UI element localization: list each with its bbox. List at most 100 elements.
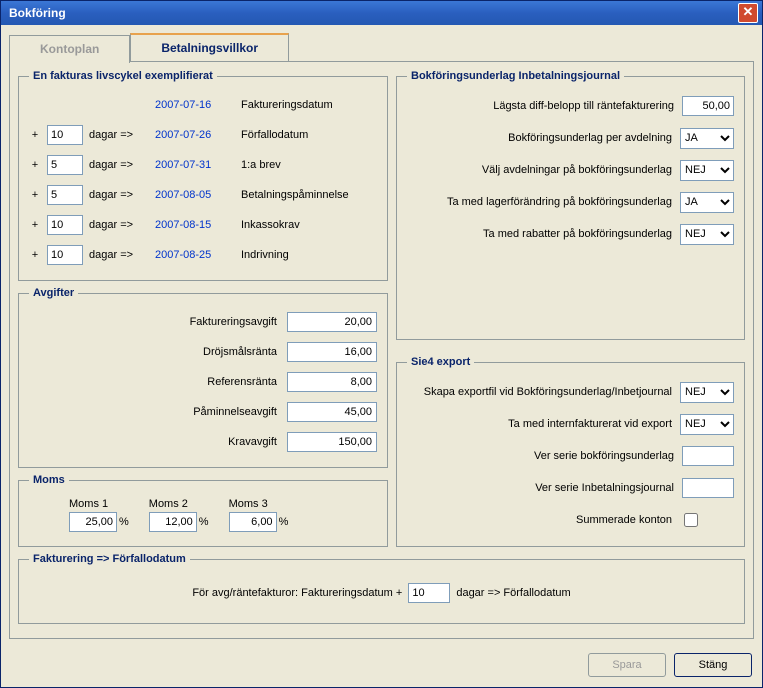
fee-label: Dröjsmålsränta xyxy=(29,346,277,358)
fee-row: Referensränta xyxy=(29,367,377,397)
sie-row: Ver serie bokföringsunderlag xyxy=(407,440,734,472)
tab-content: En fakturas livscykel exemplifierat 2007… xyxy=(9,61,754,639)
fee-label: Faktureringsavgift xyxy=(29,316,277,328)
fee-label: Kravavgift xyxy=(29,436,277,448)
fee-input-faktureringsavgift[interactable] xyxy=(287,312,377,332)
valj-avdelningar-select[interactable]: NEJ JA xyxy=(680,160,734,181)
dagar-label: dagar => xyxy=(89,159,149,171)
bokf-label: Ta med lagerförändring på bokföringsunde… xyxy=(407,196,672,208)
moms-item: Moms 1 % xyxy=(69,498,129,532)
moms1-input[interactable] xyxy=(69,512,117,532)
plus-label: + xyxy=(29,189,41,201)
fee-row: Påminnelseavgift xyxy=(29,397,377,427)
fee-row: Kravavgift xyxy=(29,427,377,457)
dagar-label: dagar => xyxy=(89,189,149,201)
sie-label: Ver serie bokföringsunderlag xyxy=(407,450,674,462)
lifecycle-legend: En fakturas livscykel exemplifierat xyxy=(29,70,217,82)
fee-input-drojsmalsranta[interactable] xyxy=(287,342,377,362)
tabs: Kontoplan Betalningsvillkor xyxy=(9,33,754,61)
date-link[interactable]: 2007-07-16 xyxy=(155,99,235,111)
date-link[interactable]: 2007-08-25 xyxy=(155,249,235,261)
sie-label: Ver serie Inbetalningsjournal xyxy=(407,482,674,494)
close-button[interactable]: ✕ xyxy=(738,3,758,23)
date-link[interactable]: 2007-07-26 xyxy=(155,129,235,141)
bokf-row: Ta med rabatter på bokföringsunderlag NE… xyxy=(407,218,734,250)
bokf-row: Bokföringsunderlag per avdelning JA NEJ xyxy=(407,122,734,154)
days-input[interactable] xyxy=(47,155,83,175)
plus-label: + xyxy=(29,219,41,231)
lifecycle-row: 2007-07-16 Faktureringsdatum xyxy=(29,90,377,120)
dagar-label: dagar => xyxy=(89,249,149,261)
fakt-days-input[interactable] xyxy=(408,583,450,603)
diff-belopp-input[interactable] xyxy=(682,96,734,116)
moms-item: Moms 2 % xyxy=(149,498,209,532)
lifecycle-row: + dagar => 2007-07-26 Förfallodatum xyxy=(29,120,377,150)
fakturering-fieldset: Fakturering => Förfallodatum För avg/rän… xyxy=(18,553,745,624)
pct-label: % xyxy=(199,516,209,528)
fee-row: Faktureringsavgift xyxy=(29,307,377,337)
summerade-konton-checkbox[interactable] xyxy=(684,513,698,527)
days-input[interactable] xyxy=(47,125,83,145)
window: Bokföring ✕ Kontoplan Betalningsvillkor … xyxy=(0,0,763,688)
moms2-input[interactable] xyxy=(149,512,197,532)
pct-label: % xyxy=(279,516,289,528)
plus-label: + xyxy=(29,249,41,261)
sie-fieldset: Sie4 export Skapa exportfil vid Bokförin… xyxy=(396,356,745,547)
fakt-post-label: dagar => Förfallodatum xyxy=(456,587,570,599)
sie-label: Ta med internfakturerat vid export xyxy=(407,418,672,430)
bokf-label: Välj avdelningar på bokföringsunderlag xyxy=(407,164,672,176)
dagar-label: dagar => xyxy=(89,219,149,231)
lifecycle-row: + dagar => 2007-08-05 Betalningspåminnel… xyxy=(29,180,377,210)
stage-label: Indrivning xyxy=(241,249,289,261)
sie-row: Ver serie Inbetalningsjournal xyxy=(407,472,734,504)
fakturering-legend: Fakturering => Förfallodatum xyxy=(29,553,190,565)
skapa-exportfil-select[interactable]: NEJ JA xyxy=(680,382,734,403)
plus-label: + xyxy=(29,129,41,141)
date-link[interactable]: 2007-08-05 xyxy=(155,189,235,201)
lifecycle-fieldset: En fakturas livscykel exemplifierat 2007… xyxy=(18,70,388,281)
sie-label: Summerade konton xyxy=(407,514,672,526)
spara-button[interactable]: Spara xyxy=(588,653,666,677)
lifecycle-row: + dagar => 2007-08-15 Inkassokrav xyxy=(29,210,377,240)
stage-label: Förfallodatum xyxy=(241,129,308,141)
rabatter-select[interactable]: NEJ JA xyxy=(680,224,734,245)
bokf-fieldset: Bokföringsunderlag Inbetalningsjournal L… xyxy=(396,70,745,340)
fee-input-referensranta[interactable] xyxy=(287,372,377,392)
fees-fieldset: Avgifter Faktureringsavgift Dröjsmålsrän… xyxy=(18,287,388,468)
bokf-row: Ta med lagerförändring på bokföringsunde… xyxy=(407,186,734,218)
tab-betalningsvillkor[interactable]: Betalningsvillkor xyxy=(130,33,289,61)
fee-label: Referensränta xyxy=(29,376,277,388)
sie-row: Summerade konton xyxy=(407,504,734,536)
ver-serie-inbet-input[interactable] xyxy=(682,478,734,498)
date-link[interactable]: 2007-07-31 xyxy=(155,159,235,171)
lagerforandring-select[interactable]: JA NEJ xyxy=(680,192,734,213)
fee-label: Påminnelseavgift xyxy=(29,406,277,418)
tab-kontoplan[interactable]: Kontoplan xyxy=(9,35,130,63)
moms-label: Moms 2 xyxy=(149,498,188,510)
sie-label: Skapa exportfil vid Bokföringsunderlag/I… xyxy=(407,386,672,398)
stage-label: Inkassokrav xyxy=(241,219,300,231)
stang-button[interactable]: Stäng xyxy=(674,653,752,677)
sie-legend: Sie4 export xyxy=(407,356,474,368)
fees-legend: Avgifter xyxy=(29,287,78,299)
window-title: Bokföring xyxy=(9,6,66,20)
fee-input-paminnelseavgift[interactable] xyxy=(287,402,377,422)
days-input[interactable] xyxy=(47,185,83,205)
moms-label: Moms 1 xyxy=(69,498,108,510)
pct-label: % xyxy=(119,516,129,528)
plus-label: + xyxy=(29,159,41,171)
avdelning-select[interactable]: JA NEJ xyxy=(680,128,734,149)
dagar-label: dagar => xyxy=(89,129,149,141)
moms3-input[interactable] xyxy=(229,512,277,532)
date-link[interactable]: 2007-08-15 xyxy=(155,219,235,231)
internfakturerat-select[interactable]: NEJ JA xyxy=(680,414,734,435)
lifecycle-row: + dagar => 2007-07-31 1:a brev xyxy=(29,150,377,180)
bokf-legend: Bokföringsunderlag Inbetalningsjournal xyxy=(407,70,624,82)
ver-serie-bokf-input[interactable] xyxy=(682,446,734,466)
days-input[interactable] xyxy=(47,215,83,235)
fee-input-kravavgift[interactable] xyxy=(287,432,377,452)
bokf-label: Bokföringsunderlag per avdelning xyxy=(407,132,672,144)
bokf-row: Lägsta diff-belopp till räntefakturering xyxy=(407,90,734,122)
days-input[interactable] xyxy=(47,245,83,265)
moms-fieldset: Moms Moms 1 % Moms 2 xyxy=(18,474,388,547)
